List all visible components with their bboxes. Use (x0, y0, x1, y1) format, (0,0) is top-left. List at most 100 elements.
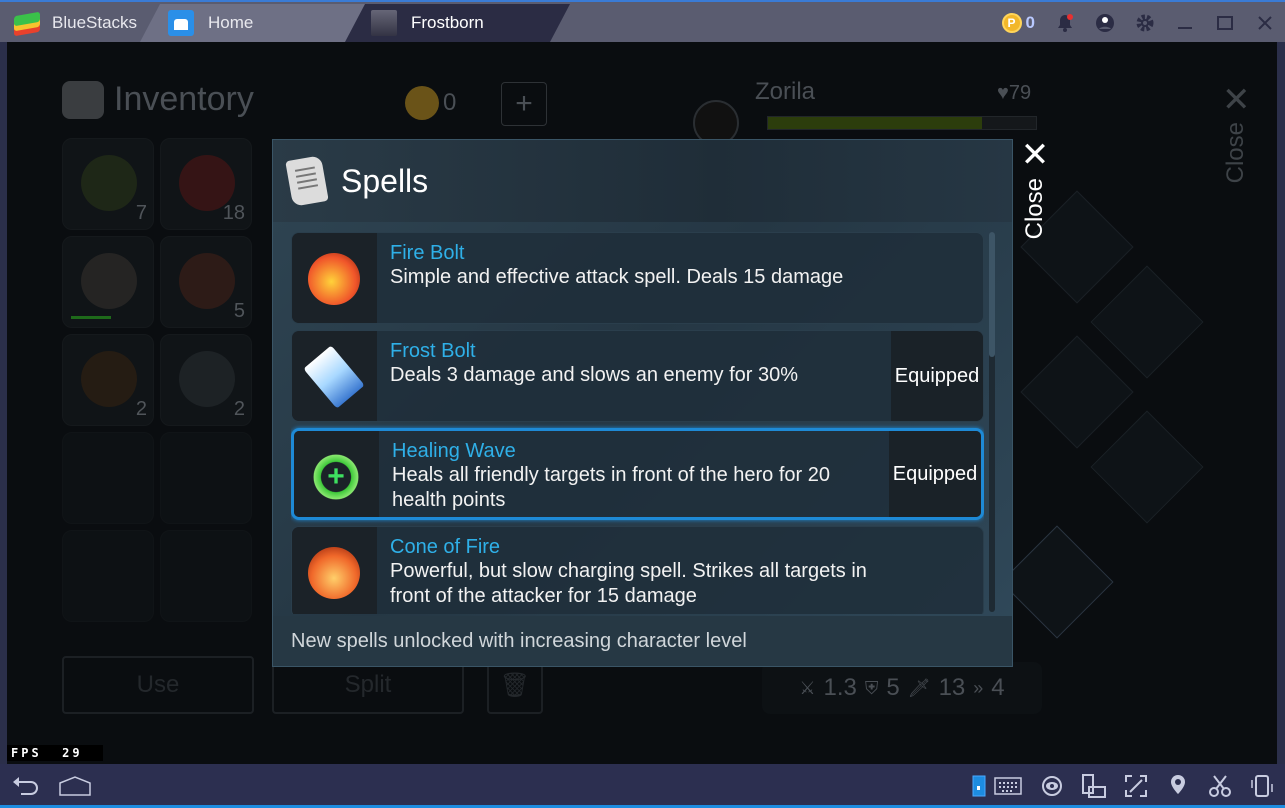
equip-slot-chest[interactable] (1090, 265, 1204, 379)
spell-name: Cone of Fire (390, 536, 501, 558)
inventory-slot[interactable]: 7 (62, 138, 154, 230)
spell-description: Heals all friendly targets in front of t… (392, 464, 831, 511)
spells-scrollbar[interactable] (989, 232, 995, 612)
slot-count: 5 (233, 300, 245, 322)
add-gold-button[interactable]: + (501, 82, 547, 126)
equip-slot-legs[interactable] (1020, 335, 1134, 449)
slot-count: 2 (233, 398, 245, 420)
game-viewport[interactable]: Inventory 0 + 7 18 5 2 2 Zorila ♥79 ✕ Cl… (7, 42, 1277, 764)
slot-count: 2 (135, 398, 147, 420)
android-navbar (0, 764, 1285, 808)
cone-of-fire-icon (308, 547, 360, 599)
spell-name: Healing Wave (392, 440, 516, 462)
inventory-slot[interactable]: 18 (160, 138, 252, 230)
scroll-icon (285, 155, 329, 207)
hero-name: Zorila (755, 78, 816, 105)
spell-name: Fire Bolt (390, 242, 465, 264)
spell-description: Simple and effective attack spell. Deals… (390, 266, 844, 288)
inventory-slot[interactable] (62, 236, 154, 328)
maximize-icon (1217, 16, 1233, 30)
minimize-button[interactable] (1165, 4, 1205, 42)
stat-armor: 5 (886, 674, 900, 701)
tab-frostborn[interactable]: Frostborn (345, 4, 570, 42)
fullscreen-button[interactable] (1120, 770, 1152, 802)
location-button[interactable] (1162, 770, 1194, 802)
shake-button[interactable] (1246, 770, 1278, 802)
herb-icon (81, 155, 137, 211)
use-button[interactable]: Use (62, 656, 254, 714)
hero-health-bar (767, 116, 1037, 130)
inventory-slot[interactable]: 2 (160, 334, 252, 426)
heart-icon: ♥ (997, 82, 1009, 104)
window-titlebar: BlueStacks Home Frostborn P 0 (0, 0, 1285, 42)
spells-title: Spells (341, 162, 429, 199)
bluestacks-logo-icon (12, 10, 42, 37)
spells-scrollbar-thumb[interactable] (989, 232, 995, 357)
spells-dialog: Spells Fire Bolt Simple and effective att… (272, 139, 1013, 667)
notifications-button[interactable] (1045, 4, 1085, 42)
inventory-title: Inventory (62, 80, 254, 119)
backpack-icon (62, 80, 104, 119)
spells-list[interactable]: Fire Bolt Simple and effective attack spe… (291, 232, 984, 614)
spell-item-healing-wave[interactable]: + Healing Wave Heals all friendly targets… (291, 428, 984, 520)
inventory-slot[interactable]: 5 (160, 236, 252, 328)
home-icon (168, 10, 194, 36)
inventory-close-label[interactable]: Close (1222, 122, 1250, 183)
rotate-screen-icon (1082, 774, 1106, 798)
healing-wave-icon: + (310, 451, 362, 503)
inventory-slot[interactable]: 2 (62, 334, 154, 426)
close-icon: ✕ (1020, 136, 1050, 174)
inventory-slot-empty[interactable] (160, 530, 252, 622)
inventory-close-icon[interactable]: ✕ (1222, 80, 1251, 120)
equip-slot-spell[interactable] (1000, 525, 1114, 639)
inventory-slot-empty[interactable] (62, 530, 154, 622)
close-window-button[interactable] (1245, 4, 1285, 42)
fps-value: 29 (62, 746, 83, 760)
keymapping-toggle[interactable] (968, 770, 990, 802)
bottle-icon (179, 351, 235, 407)
eye-button[interactable] (1036, 770, 1068, 802)
frost-bolt-icon (303, 345, 365, 409)
spells-close-button[interactable]: ✕ Close (1017, 138, 1053, 239)
account-icon (1096, 14, 1114, 32)
spell-name: Frost Bolt (390, 340, 476, 362)
gold-display: 0 (405, 86, 456, 120)
fps-label: FPS (11, 746, 42, 760)
app-name: BlueStacks (52, 13, 138, 32)
coins-button[interactable]: P 0 (992, 4, 1045, 42)
spell-description: Deals 3 damage and slows an enemy for 30… (390, 364, 799, 386)
back-button[interactable] (10, 770, 42, 802)
spell-item-frost-bolt[interactable]: Frost Bolt Deals 3 damage and slows an en… (291, 330, 984, 422)
rotate-button[interactable] (1078, 770, 1110, 802)
attack-speed-icon: ⚔ (799, 677, 816, 698)
keymapping-toggle-icon (972, 775, 986, 797)
slot-count: 7 (135, 202, 147, 224)
spell-description: Powerful, but slow charging spell. Strik… (390, 560, 867, 607)
screenshot-button[interactable] (1204, 770, 1236, 802)
inventory-title-text: Inventory (114, 80, 254, 118)
inventory-slot-empty[interactable] (160, 432, 252, 524)
close-icon (1258, 16, 1272, 30)
equip-slot-boots[interactable] (1090, 410, 1204, 524)
tab-home[interactable]: Home (140, 4, 370, 42)
gold-coin-icon (405, 86, 439, 120)
spell-item-cone-of-fire[interactable]: Cone of Fire Powerful, but slow charging … (291, 526, 984, 614)
equipped-badge: Equipped (891, 331, 983, 421)
home-button[interactable] (58, 770, 92, 802)
bell-icon (1058, 14, 1073, 32)
settings-button[interactable] (1125, 4, 1165, 42)
inventory-slot-empty[interactable] (62, 432, 154, 524)
maximize-button[interactable] (1205, 4, 1245, 42)
account-button[interactable] (1085, 4, 1125, 42)
location-pin-icon (1171, 775, 1185, 794)
android-home-icon (59, 776, 91, 796)
tab-frostborn-label: Frostborn (411, 13, 484, 32)
damage-icon: 🗡 (907, 677, 931, 698)
hero-health-value: 79 (1008, 82, 1032, 104)
movement-speed-icon: » (973, 677, 984, 698)
keyboard-button[interactable] (992, 770, 1024, 802)
spells-footer: New spells unlocked with increasing char… (273, 616, 1012, 666)
spell-item-fire-bolt[interactable]: Fire Bolt Simple and effective attack spe… (291, 232, 984, 324)
scissors-icon (1209, 775, 1231, 797)
game-thumbnail-icon (371, 10, 397, 36)
